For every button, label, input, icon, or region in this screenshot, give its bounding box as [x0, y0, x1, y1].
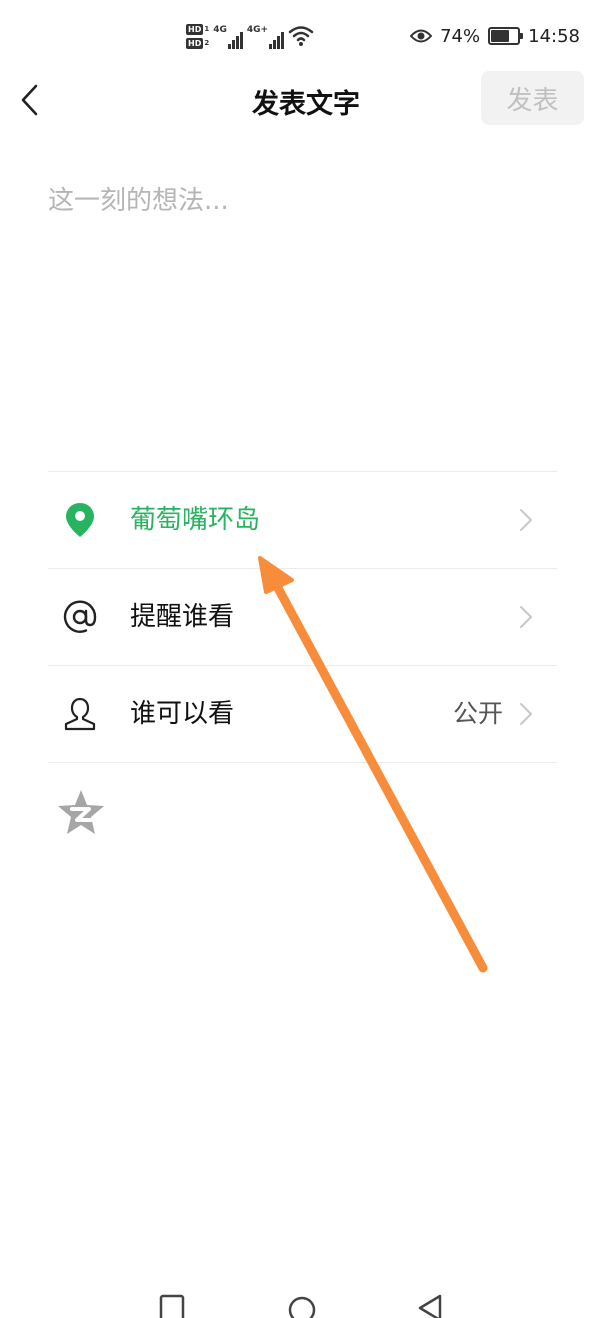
visibility-row[interactable]: 谁可以看 公开	[48, 666, 557, 763]
person-icon	[62, 696, 98, 732]
eye-icon	[410, 29, 433, 43]
chevron-right-icon	[520, 509, 532, 531]
publish-button[interactable]: 发表	[481, 71, 584, 125]
network-label: 4G+	[246, 25, 269, 35]
post-text-input[interactable]	[48, 180, 564, 430]
hd-num: 2	[204, 39, 210, 47]
signal-icon: 4G+	[246, 23, 285, 49]
visibility-label: 谁可以看	[130, 699, 235, 729]
chevron-right-icon	[520, 703, 532, 725]
hd-num: 1	[204, 25, 210, 33]
status-left: HD 1 HD 2 4G 4G+	[186, 18, 314, 54]
status-bar: HD 1 HD 2 4G 4G+ 74% 14:58	[0, 0, 612, 70]
battery-percent: 74%	[440, 25, 481, 47]
battery-icon	[488, 27, 524, 45]
location-row[interactable]: 葡萄嘴环岛	[48, 472, 557, 569]
nav-bar	[0, 1288, 612, 1318]
back-icon[interactable]	[410, 1288, 450, 1318]
battery-fill	[491, 30, 510, 42]
hd-indicators: HD 1 HD 2	[186, 23, 210, 49]
header: 发表文字 发表	[0, 70, 612, 130]
mention-label: 提醒谁看	[130, 602, 235, 632]
hd-badge-1: HD 1	[186, 23, 210, 35]
hd-badge-2: HD 2	[186, 37, 210, 49]
options-list: 葡萄嘴环岛 提醒谁看 谁可以看 公开	[48, 471, 557, 763]
hd-label: HD	[186, 23, 204, 35]
status-right: 74% 14:58	[410, 22, 580, 50]
at-icon	[62, 599, 98, 635]
hd-label: HD	[186, 37, 204, 49]
wifi-icon	[288, 26, 314, 46]
visibility-value: 公开	[452, 699, 503, 728]
chevron-right-icon	[520, 606, 532, 628]
location-label: 葡萄嘴环岛	[130, 505, 261, 535]
home-icon[interactable]	[282, 1288, 322, 1318]
recent-apps-icon[interactable]	[152, 1288, 192, 1318]
network-label: 4G	[213, 25, 227, 35]
battery-tip	[520, 33, 524, 39]
status-time: 14:58	[528, 25, 580, 47]
location-pin-icon	[62, 502, 98, 538]
signal-icon: 4G	[213, 23, 243, 49]
screen: HD 1 HD 2 4G 4G+ 74% 14:58 发表文字 发表 这一刻的想…	[0, 0, 612, 1318]
qzone-star-icon[interactable]	[56, 788, 106, 836]
mention-row[interactable]: 提醒谁看	[48, 569, 557, 666]
